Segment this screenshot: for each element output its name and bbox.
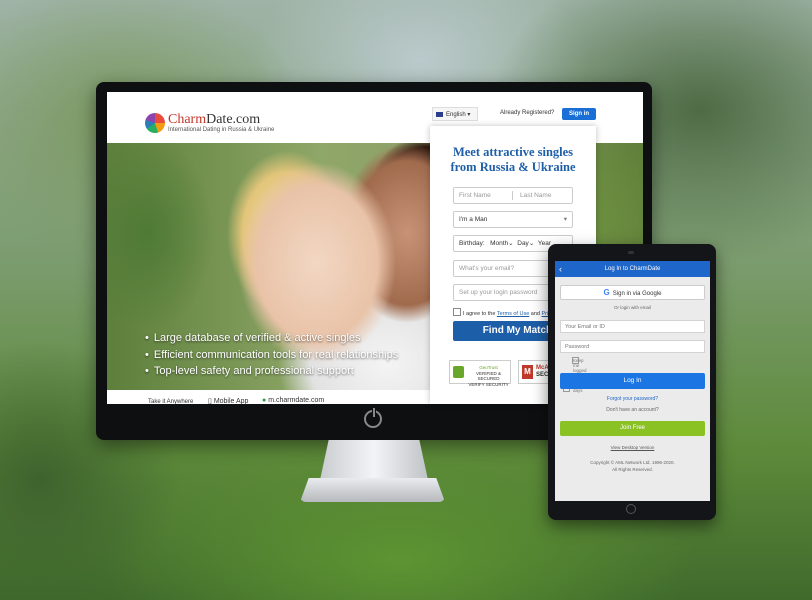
charmdate-logo-icon <box>145 113 165 133</box>
signup-title: Meet attractive singles from Russia & Ukr… <box>430 145 596 175</box>
hero-bullet: Large database of verified & active sing… <box>145 330 398 347</box>
name-divider <box>512 191 513 200</box>
tablet-home-button[interactable] <box>626 504 636 514</box>
forgot-password-link[interactable]: Forgot your password? <box>555 396 710 402</box>
power-icon <box>364 408 382 428</box>
name-fields[interactable]: First Name Last Name <box>453 187 573 204</box>
geotrust-text: GeoTrust VERIFIED & SECURED VERIFY SECURIT… <box>467 365 510 387</box>
last-name-input[interactable]: Last Name <box>520 188 551 203</box>
brand-part2: Date.com <box>206 112 261 127</box>
terms-agreement: I agree to the Terms of Use and Privacy <box>453 308 560 317</box>
chevron-down-icon: ⌄ <box>508 240 514 247</box>
mobile-header: Log In to CharmDate <box>555 261 710 277</box>
signup-title-line2: from Russia & Ukraine <box>450 160 576 174</box>
google-sign-in-button[interactable]: G Sign in via Google <box>560 285 705 300</box>
phone-icon: ▯ <box>208 398 212 405</box>
hero-bullets: Large database of verified & active sing… <box>145 330 398 380</box>
geotrust-line2: VERIFIED & SECURED <box>475 370 501 382</box>
brand-part1: Charm <box>168 112 207 127</box>
mobile-site-link[interactable]: ● m.charmdate.com <box>262 397 324 404</box>
already-registered-text: Already Registered? <box>500 110 555 116</box>
site-logo[interactable]: CharmDate.com <box>168 112 260 128</box>
geotrust-line3: VERIFY SECURITY <box>468 381 509 387</box>
mobile-app-label: Mobile App <box>213 398 249 405</box>
chevron-down-icon: ▾ <box>467 112 471 118</box>
no-account-text: Don't have an account? <box>606 407 659 413</box>
monitor-stand-foot <box>300 478 445 502</box>
mobile-copyright: Copyright © AML Network Ltd. 1996-2020. A… <box>555 459 710 473</box>
mobile-site-icon: ● <box>262 397 267 404</box>
mobile-email-input[interactable]: Your Email or ID <box>560 320 705 333</box>
month-select[interactable]: Month <box>490 240 508 247</box>
signup-title-line1: Meet attractive singles <box>452 145 574 159</box>
mcafee-shield-icon: M <box>522 365 533 379</box>
back-arrow-icon[interactable]: ‹ <box>559 262 562 276</box>
gender-select[interactable]: I'm a Man <box>453 211 573 228</box>
chevron-down-icon: ⌄ <box>528 240 535 247</box>
mcafee-badge[interactable]: MMcAfeeSECURE <box>518 360 561 384</box>
agree-and: and <box>530 311 540 317</box>
copyright-line1: Copyright © AML Network Ltd. 1996-2020. <box>590 460 675 465</box>
birthday-colon: : <box>482 240 485 247</box>
mobile-site-label: m.charmdate.com <box>268 397 325 404</box>
language-select[interactable]: English ▾ <box>432 107 478 121</box>
hero-bullet: Efficient communication tools for real r… <box>145 347 398 364</box>
google-icon: G <box>603 288 610 297</box>
copyright-line2: All Rights Reserved. <box>612 467 653 472</box>
geotrust-badge[interactable]: GeoTrust VERIFIED & SECURED VERIFY SECURIT… <box>449 360 511 387</box>
monitor-stand-neck <box>320 440 428 480</box>
shield-check-icon <box>453 366 464 378</box>
mobile-login-button[interactable]: Log In <box>560 373 705 389</box>
site-tagline: International Dating in Russia & Ukraine <box>168 127 275 133</box>
view-desktop-link[interactable]: View Desktop Version <box>555 445 710 450</box>
take-it-anywhere-label: Take it Anywhere <box>148 399 194 405</box>
join-free-button[interactable]: Join Free <box>560 421 705 436</box>
hero-bullet: Top-level safety and professional suppor… <box>145 363 398 380</box>
agree-checkbox[interactable] <box>453 308 461 316</box>
mobile-password-input[interactable]: Password <box>560 340 705 353</box>
google-sign-in-label: Sign in via Google <box>612 291 662 297</box>
agree-prefix: I agree to the <box>463 311 496 317</box>
uk-flag-icon <box>436 112 443 117</box>
day-select[interactable]: Day <box>517 240 529 247</box>
sign-in-button[interactable]: Sign in <box>562 108 596 120</box>
tablet-camera <box>628 251 634 254</box>
language-value: English <box>446 112 466 118</box>
or-login-email-text: Or login with email <box>613 305 651 310</box>
first-name-input[interactable]: First Name <box>459 192 491 199</box>
terms-of-use-link[interactable]: Terms of Use <box>497 311 529 317</box>
birthday-label: Birthday <box>459 240 483 247</box>
mobile-app-link[interactable]: ▯ Mobile App <box>208 397 248 405</box>
keep-logged-in-label: Keep me logged in for 30 days <box>572 357 587 393</box>
